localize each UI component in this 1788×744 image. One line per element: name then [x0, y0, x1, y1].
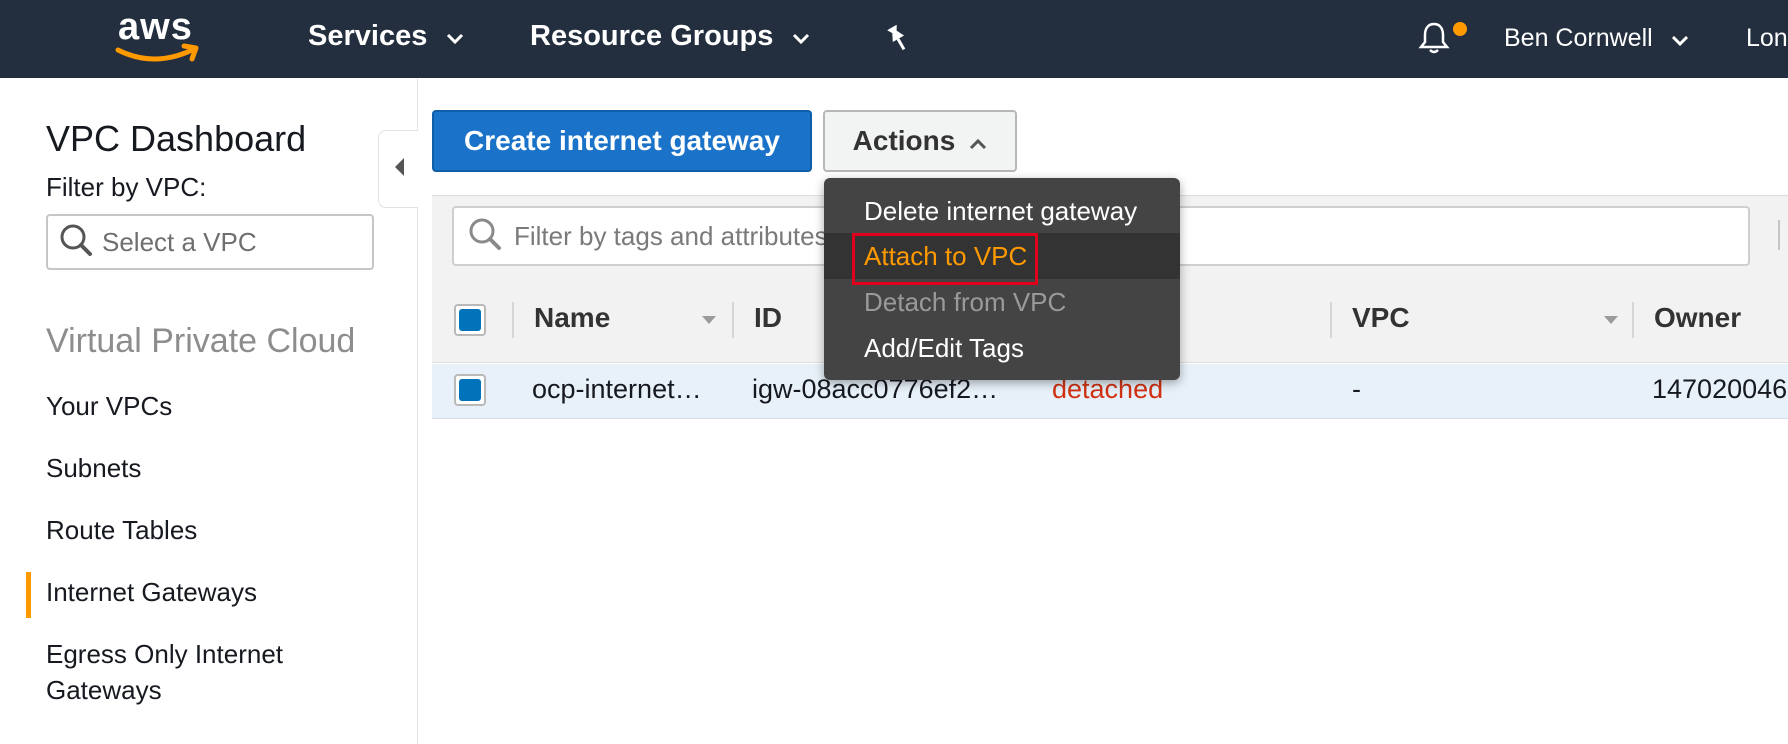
checkbox-fill — [459, 379, 481, 401]
collapse-sidebar-button[interactable] — [378, 130, 418, 208]
resource-groups-label: Resource Groups — [530, 20, 774, 52]
services-label: Services — [308, 20, 428, 52]
cell-vpc: - — [1352, 374, 1361, 404]
actions-button-label: Actions — [852, 125, 956, 156]
region-menu[interactable]: London — [1746, 24, 1788, 53]
notification-dot — [1453, 22, 1467, 36]
cell-name: ocp-internet… — [532, 374, 702, 404]
aws-logo[interactable]: aws — [114, 6, 204, 66]
toolbar-divider — [1778, 220, 1780, 250]
sidebar-item-subnets[interactable]: Subnets — [46, 450, 141, 486]
chevron-down-icon — [791, 20, 811, 53]
search-icon — [58, 222, 94, 263]
sidebar-item-internet-gateways[interactable]: Internet Gateways — [46, 574, 257, 610]
chevron-up-icon — [969, 125, 987, 157]
filter-by-vpc-label: Filter by VPC: — [46, 172, 207, 202]
column-header-name[interactable]: Name — [534, 302, 610, 334]
vpc-select-placeholder: Select a VPC — [102, 226, 257, 257]
column-divider — [512, 302, 514, 338]
cell-owner: 147020046 — [1652, 374, 1788, 404]
vpc-select[interactable]: Select a VPC — [46, 214, 374, 270]
caret-left-icon — [392, 156, 406, 183]
column-header-id[interactable]: ID — [754, 302, 782, 334]
chevron-down-icon — [445, 20, 465, 53]
resource-groups-menu[interactable]: Resource Groups — [530, 20, 811, 53]
sidebar-item-your-vpcs[interactable]: Your VPCs — [46, 388, 172, 424]
menu-item-detach-from-vpc: Detach from VPC — [864, 287, 1067, 317]
column-header-owner[interactable]: Owner — [1654, 302, 1741, 334]
region-name: London — [1746, 24, 1788, 52]
actions-button[interactable]: Actions — [823, 110, 1017, 172]
column-header-vpc[interactable]: VPC — [1352, 302, 1410, 334]
user-menu[interactable]: Ben Cornwell — [1504, 24, 1689, 53]
annotation-highlight-box — [852, 233, 1038, 285]
sidebar-item-route-tables[interactable]: Route Tables — [46, 512, 197, 548]
column-divider — [732, 302, 734, 338]
menu-item-delete-internet-gateway[interactable]: Delete internet gateway — [864, 196, 1137, 227]
column-divider — [1632, 302, 1634, 338]
sidebar: VPC Dashboard Filter by VPC: Select a VP… — [0, 78, 418, 744]
checkbox-fill — [459, 309, 481, 331]
column-divider — [1330, 302, 1332, 338]
section-virtual-private-cloud: Virtual Private Cloud — [46, 322, 356, 360]
aws-smile-icon — [115, 43, 199, 62]
top-nav: aws Services Resource Groups Ben Cornwel… — [0, 0, 1788, 78]
search-icon — [466, 215, 504, 258]
pin-icon[interactable] — [884, 24, 912, 59]
services-menu[interactable]: Services — [308, 20, 465, 53]
sort-icon[interactable] — [702, 316, 716, 324]
bell-icon[interactable] — [1416, 20, 1452, 61]
active-item-indicator — [26, 572, 31, 618]
create-internet-gateway-button[interactable]: Create internet gateway — [432, 110, 812, 172]
sort-icon[interactable] — [1604, 316, 1618, 324]
row-checkbox[interactable] — [454, 374, 486, 406]
user-name: Ben Cornwell — [1504, 24, 1653, 52]
chevron-down-icon — [1671, 24, 1689, 53]
sidebar-item-egress-only-internet-gateways[interactable]: Egress Only Internet Gateways — [46, 636, 346, 708]
menu-item-add-edit-tags[interactable]: Add/Edit Tags — [864, 333, 1024, 364]
sidebar-title[interactable]: VPC Dashboard — [46, 118, 306, 160]
select-all-checkbox[interactable] — [454, 304, 486, 336]
